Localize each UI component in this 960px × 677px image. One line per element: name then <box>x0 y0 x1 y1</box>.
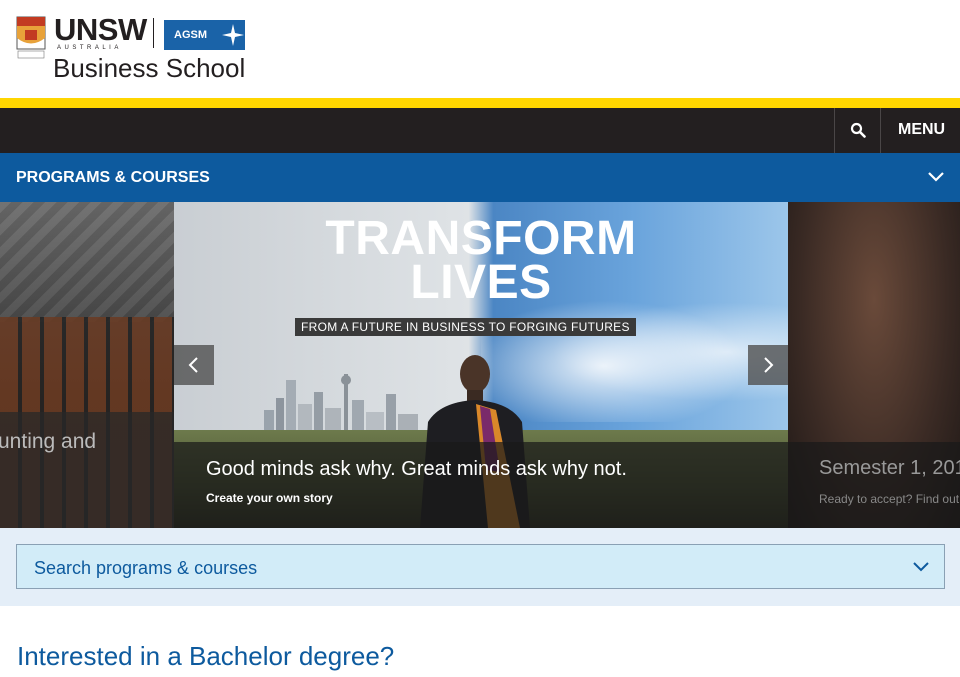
hero-tagline: FROM A FUTURE IN BUSINESS TO FORGING FUT… <box>295 318 636 336</box>
agsm-logo[interactable]: AGSM <box>164 20 245 50</box>
agsm-star-icon <box>222 24 244 46</box>
accent-bar <box>0 98 960 108</box>
search-icon <box>850 122 866 138</box>
slide-caption-subheading: Ready to accept? Find out <box>819 492 960 506</box>
menu-button[interactable]: MENU <box>882 108 960 153</box>
school-name[interactable]: Business School <box>53 55 245 81</box>
hero-title-line1: TRANSFORM <box>325 212 637 265</box>
search-programs-dropdown[interactable]: Search programs & courses <box>16 544 945 589</box>
carousel-next-button[interactable] <box>748 345 788 385</box>
unsw-crest-icon[interactable] <box>16 16 46 60</box>
chevron-down-icon <box>913 562 929 572</box>
unsw-logo-subtext: AUSTRALIA <box>57 45 122 51</box>
agsm-logo-label: AGSM <box>174 29 207 41</box>
chevron-right-icon <box>764 357 774 373</box>
slide-caption-heading: Semester 1, 2016 <box>819 457 960 479</box>
slide-caption-heading: unting and <box>0 430 97 453</box>
logo-divider <box>153 18 154 48</box>
search-programs-label: Search programs & courses <box>34 558 258 578</box>
building-image <box>0 202 174 322</box>
site-header: UNSW AUSTRALIA AGSM Business School <box>0 0 960 98</box>
top-nav: MENU <box>0 108 960 153</box>
slide-caption-subheading[interactable]: Create your own story <box>206 491 333 505</box>
programs-courses-label: PROGRAMS & COURSES <box>16 169 210 186</box>
hero-title-line2: LIVES <box>410 256 552 309</box>
slide-caption <box>788 442 960 528</box>
carousel-slide-active[interactable]: TRANSFORM LIVES FROM A FUTURE IN BUSINES… <box>174 202 788 528</box>
chevron-down-icon[interactable] <box>927 170 945 182</box>
carousel-prev-button[interactable] <box>174 345 214 385</box>
carousel-slide-prev[interactable]: unting and <box>0 202 174 528</box>
unsw-logo-text[interactable]: UNSW <box>54 14 147 45</box>
slide-caption <box>174 442 788 528</box>
carousel-slide-next[interactable]: Semester 1, 2016 Ready to accept? Find o… <box>788 202 960 528</box>
hero-title: TRANSFORM LIVES <box>304 212 658 309</box>
slide-caption-heading[interactable]: Good minds ask why. Great minds ask why … <box>206 458 627 481</box>
programs-courses-bar[interactable]: PROGRAMS & COURSES <box>0 153 960 202</box>
search-button[interactable] <box>834 108 881 153</box>
chevron-left-icon <box>188 357 198 373</box>
bachelor-heading: Interested in a Bachelor degree? <box>17 641 395 671</box>
hero-carousel: unting and TRANSFORM LIVES FROM A FUTURE… <box>0 202 960 528</box>
